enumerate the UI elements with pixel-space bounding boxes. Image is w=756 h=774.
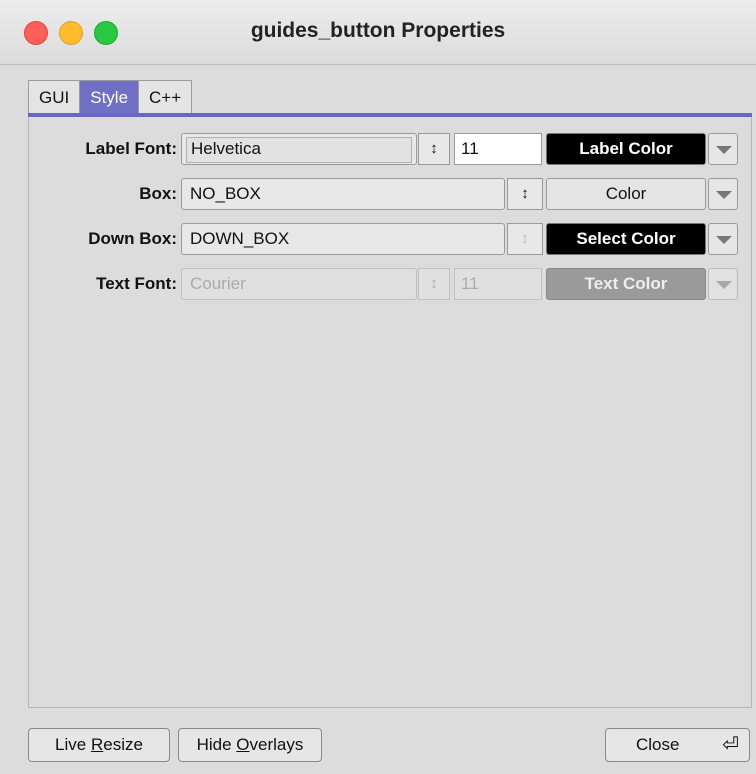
label-font-value: Helvetica xyxy=(186,137,412,163)
live-resize-button[interactable]: Live Resize xyxy=(28,728,170,762)
live-resize-label-post: esize xyxy=(103,735,143,754)
down-box-select[interactable]: DOWN_BOX xyxy=(181,223,505,255)
select-color-button[interactable]: Select Color xyxy=(546,223,706,255)
live-resize-label-pre: Live xyxy=(55,735,91,754)
label-color-dropdown-icon[interactable] xyxy=(708,133,738,165)
title-bar: guides_button Properties xyxy=(0,0,756,65)
text-color-dropdown-icon[interactable] xyxy=(708,268,738,300)
label-font-row: Label Font: Helvetica ↕ 11 Label Color xyxy=(0,131,756,167)
close-button[interactable]: Close ⏎ xyxy=(605,728,750,762)
down-box-row: Down Box: DOWN_BOX ↕ Select Color xyxy=(0,221,756,257)
label-font-spinner-icon[interactable]: ↕ xyxy=(418,133,450,165)
return-key-icon: ⏎ xyxy=(722,734,739,756)
hide-overlays-button[interactable]: Hide Overlays xyxy=(178,728,322,762)
box-select[interactable]: NO_BOX xyxy=(181,178,505,210)
label-color-button[interactable]: Label Color xyxy=(546,133,706,165)
window-title: guides_button Properties xyxy=(250,19,506,42)
text-font-spinner-icon[interactable]: ↕ xyxy=(418,268,450,300)
text-font-size-input[interactable]: 11 xyxy=(454,268,542,300)
box-label: Box: xyxy=(139,184,177,203)
text-font-row: Text Font: Courier ↕ 11 Text Color xyxy=(0,266,756,302)
hide-overlays-label-pre: Hide xyxy=(196,735,237,754)
tab-style[interactable]: Style xyxy=(79,80,140,114)
label-font-label: Label Font: xyxy=(85,139,177,158)
live-resize-label-ul: R xyxy=(90,735,104,754)
close-button-label: Close xyxy=(636,735,680,754)
tab-bar: GUI Style C++ xyxy=(28,80,193,114)
text-font-label: Text Font: xyxy=(96,274,177,293)
box-spinner-icon[interactable]: ↕ xyxy=(507,178,543,210)
box-color-button[interactable]: Color xyxy=(546,178,706,210)
tab-gui[interactable]: GUI xyxy=(28,80,81,114)
box-color-dropdown-icon[interactable] xyxy=(708,178,738,210)
hide-overlays-label-ul: O xyxy=(236,735,250,754)
properties-window: guides_button Properties GUI Style C++ L… xyxy=(0,0,756,774)
down-box-spinner-icon[interactable]: ↕ xyxy=(507,223,543,255)
box-row: Box: NO_BOX ↕ Color xyxy=(0,176,756,212)
tab-cpp[interactable]: C++ xyxy=(138,80,193,114)
label-font-select[interactable]: Helvetica xyxy=(181,133,417,165)
hide-overlays-label-post: verlays xyxy=(249,735,304,754)
select-color-dropdown-icon[interactable] xyxy=(708,223,738,255)
text-font-select[interactable]: Courier xyxy=(181,268,417,300)
text-color-button[interactable]: Text Color xyxy=(546,268,706,300)
label-font-size-input[interactable]: 11 xyxy=(454,133,542,165)
down-box-label: Down Box: xyxy=(88,229,177,248)
